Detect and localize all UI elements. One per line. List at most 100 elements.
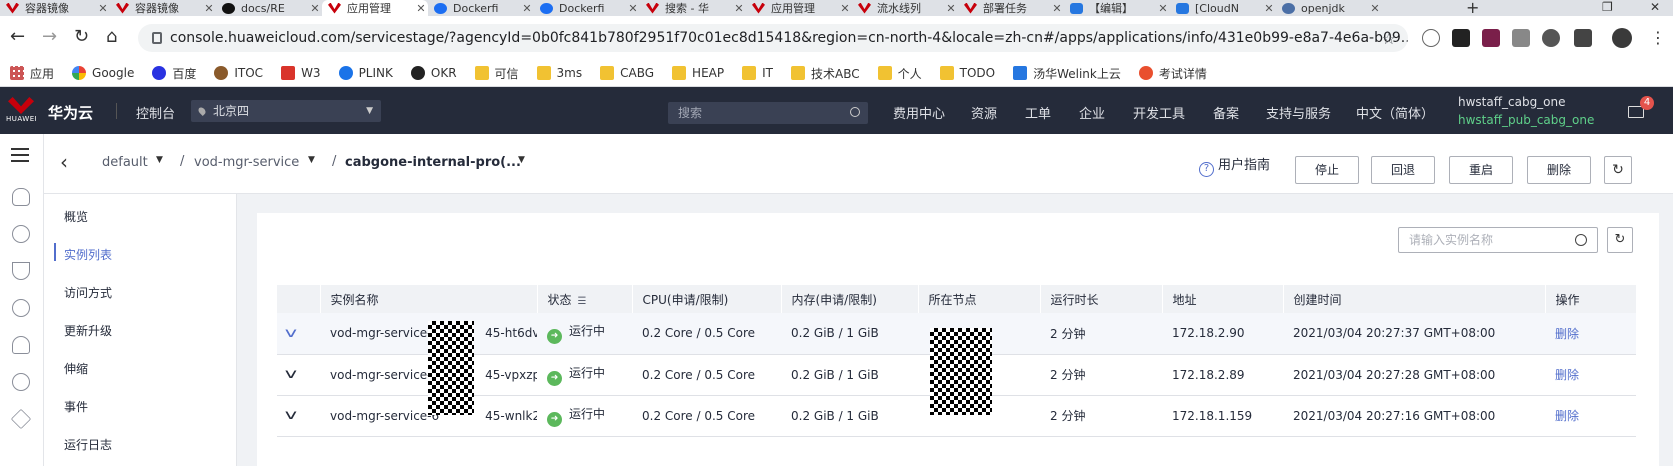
network-icon[interactable] bbox=[12, 373, 30, 391]
chevron-down-icon[interactable]: v bbox=[285, 326, 297, 341]
maximize-icon[interactable]: ❐ bbox=[1602, 0, 1613, 14]
diamond-icon[interactable] bbox=[10, 408, 32, 430]
close-icon[interactable]: ✕ bbox=[944, 2, 958, 15]
close-icon[interactable]: ✕ bbox=[1368, 2, 1382, 15]
nav-devtools[interactable]: 开发工具 bbox=[1133, 103, 1185, 122]
browser-tab[interactable]: 容器镜像 ✕ bbox=[110, 0, 216, 16]
caret-down-icon[interactable]: ▼ bbox=[156, 155, 163, 165]
bookmark-star-icon[interactable]: ☆ bbox=[1382, 29, 1396, 48]
breadcrumb-environment[interactable]: default bbox=[102, 155, 148, 170]
breadcrumb-application[interactable]: vod-mgr-service bbox=[194, 155, 299, 170]
expand-cell[interactable]: v bbox=[277, 313, 320, 355]
close-icon[interactable]: ✕ bbox=[838, 2, 852, 15]
browser-menu-icon[interactable]: ⋮ bbox=[1650, 28, 1666, 47]
delete-button[interactable]: 删除 bbox=[1527, 156, 1591, 184]
caret-down-icon[interactable]: ▼ bbox=[308, 155, 315, 165]
close-icon[interactable]: ✕ bbox=[1050, 2, 1064, 15]
puzzle-icon[interactable] bbox=[1574, 29, 1592, 47]
delete-instance-link[interactable]: 删除 bbox=[1555, 327, 1579, 341]
nav-language[interactable]: 中文（简体） bbox=[1356, 103, 1434, 122]
caret-down-icon[interactable]: ▼ bbox=[518, 155, 525, 165]
bookmark-folder[interactable]: 可信 bbox=[474, 65, 519, 82]
expand-cell[interactable]: v bbox=[277, 395, 320, 437]
back-icon[interactable]: ← bbox=[10, 28, 25, 46]
filter-icon[interactable]: ☰ bbox=[578, 296, 587, 307]
bookmark-item[interactable]: Google bbox=[72, 66, 134, 80]
menu-instance-list[interactable]: 实例列表 bbox=[64, 246, 112, 263]
chevron-down-icon[interactable]: v bbox=[285, 408, 297, 423]
bookmark-item[interactable]: ITOC bbox=[214, 66, 263, 80]
ip-icon[interactable] bbox=[12, 299, 30, 317]
deploy-icon[interactable] bbox=[12, 262, 30, 280]
browser-tab[interactable]: openjdk ✕ bbox=[1276, 0, 1382, 16]
bookmark-folder[interactable]: 技术ABC bbox=[790, 65, 860, 82]
breadcrumb-component[interactable]: cabgone-internal-pro(... bbox=[345, 155, 521, 170]
bookmark-folder[interactable]: CABG bbox=[600, 66, 654, 80]
nav-billing[interactable]: 费用中心 bbox=[893, 103, 945, 122]
bookmark-folder[interactable]: HEAP bbox=[672, 66, 724, 80]
close-icon[interactable]: ✕ bbox=[732, 2, 746, 15]
bookmark-folder[interactable]: 个人 bbox=[877, 65, 922, 82]
bookmark-item[interactable]: 汤华Welink上云 bbox=[1013, 65, 1121, 82]
bookmark-item[interactable]: 考试详情 bbox=[1138, 65, 1207, 82]
extension-icon[interactable] bbox=[1482, 29, 1500, 47]
close-icon[interactable]: ✕ bbox=[96, 2, 110, 15]
reload-icon[interactable]: ↻ bbox=[74, 28, 89, 46]
new-tab-button[interactable]: + bbox=[1466, 0, 1479, 16]
home-icon[interactable]: ⌂ bbox=[106, 28, 117, 46]
close-icon[interactable]: ✕ bbox=[520, 2, 534, 15]
brand-name[interactable]: 华为云 bbox=[48, 102, 93, 123]
refresh-icon[interactable]: ↻ bbox=[1607, 227, 1633, 253]
browser-tab[interactable]: docs/RE ✕ bbox=[216, 0, 322, 16]
browser-tab[interactable]: Dockerfi ✕ bbox=[428, 0, 534, 16]
bookmark-item[interactable]: 应用 bbox=[10, 65, 54, 82]
hamburger-menu-icon[interactable] bbox=[11, 148, 29, 162]
close-icon[interactable]: ✕ bbox=[1156, 2, 1170, 15]
close-window-icon[interactable]: ✕ bbox=[1650, 0, 1660, 14]
menu-overview[interactable]: 概览 bbox=[64, 208, 88, 225]
chevron-down-icon[interactable]: v bbox=[285, 367, 297, 382]
bookmark-item[interactable]: OKR bbox=[410, 66, 457, 80]
refresh-icon[interactable]: ↻ bbox=[1604, 156, 1632, 184]
bookmark-item[interactable]: W3 bbox=[281, 66, 321, 80]
bookmark-folder[interactable]: IT bbox=[742, 66, 773, 80]
browser-tab[interactable]: 【编辑】 ✕ bbox=[1064, 0, 1170, 16]
browser-tab[interactable]: 容器镜像 ✕ bbox=[0, 0, 110, 16]
extension-icon[interactable] bbox=[1422, 29, 1440, 47]
nav-filing[interactable]: 备案 bbox=[1213, 103, 1239, 122]
browser-tab[interactable]: 部署任务 ✕ bbox=[958, 0, 1064, 16]
close-icon[interactable]: ✕ bbox=[308, 2, 322, 15]
bookmark-folder[interactable]: 3ms bbox=[536, 66, 582, 80]
nav-support[interactable]: 支持与服务 bbox=[1266, 103, 1331, 122]
expand-cell[interactable]: v bbox=[277, 354, 320, 396]
nav-tickets[interactable]: 工单 bbox=[1025, 103, 1051, 122]
close-icon[interactable]: ✕ bbox=[626, 2, 640, 15]
browser-tab-active[interactable]: 应用管理 ✕ bbox=[322, 0, 428, 16]
header-search-input[interactable]: 搜索 bbox=[668, 102, 868, 124]
console-link[interactable]: 控制台 bbox=[136, 103, 175, 122]
user-account[interactable]: hwstaff_cabg_one bbox=[1458, 95, 1566, 109]
extension-icon[interactable] bbox=[1542, 29, 1560, 47]
browser-tab[interactable]: 应用管理 ✕ bbox=[746, 0, 852, 16]
menu-upgrade[interactable]: 更新升级 bbox=[64, 322, 112, 339]
delete-instance-link[interactable]: 删除 bbox=[1555, 409, 1579, 423]
browser-tab[interactable]: 搜索 - 华 ✕ bbox=[640, 0, 746, 16]
close-icon[interactable]: ✕ bbox=[202, 2, 216, 15]
extension-icon[interactable] bbox=[1512, 29, 1530, 47]
delete-instance-link[interactable]: 删除 bbox=[1555, 368, 1579, 382]
menu-events[interactable]: 事件 bbox=[64, 398, 88, 415]
profile-avatar[interactable] bbox=[1612, 28, 1632, 48]
region-selector[interactable]: 北京四 ▼ bbox=[191, 100, 381, 122]
address-bar[interactable]: console.huaweicloud.com/servicestage/?ag… bbox=[138, 24, 1408, 52]
close-icon[interactable]: ✕ bbox=[414, 2, 428, 15]
nav-enterprise[interactable]: 企业 bbox=[1079, 103, 1105, 122]
restart-button[interactable]: 重启 bbox=[1449, 156, 1513, 184]
rollback-button[interactable]: 回退 bbox=[1371, 156, 1435, 184]
user-guide-link[interactable]: ? 用户指南 bbox=[1199, 154, 1270, 177]
cloud-service-icon[interactable] bbox=[12, 336, 30, 354]
bookmark-folder[interactable]: TODO bbox=[939, 66, 995, 80]
menu-run-logs[interactable]: 运行日志 bbox=[64, 436, 112, 453]
huawei-logo-icon[interactable] bbox=[8, 97, 34, 114]
column-header-status[interactable]: 状态 ☰ bbox=[537, 285, 633, 313]
api-icon[interactable] bbox=[12, 225, 30, 243]
